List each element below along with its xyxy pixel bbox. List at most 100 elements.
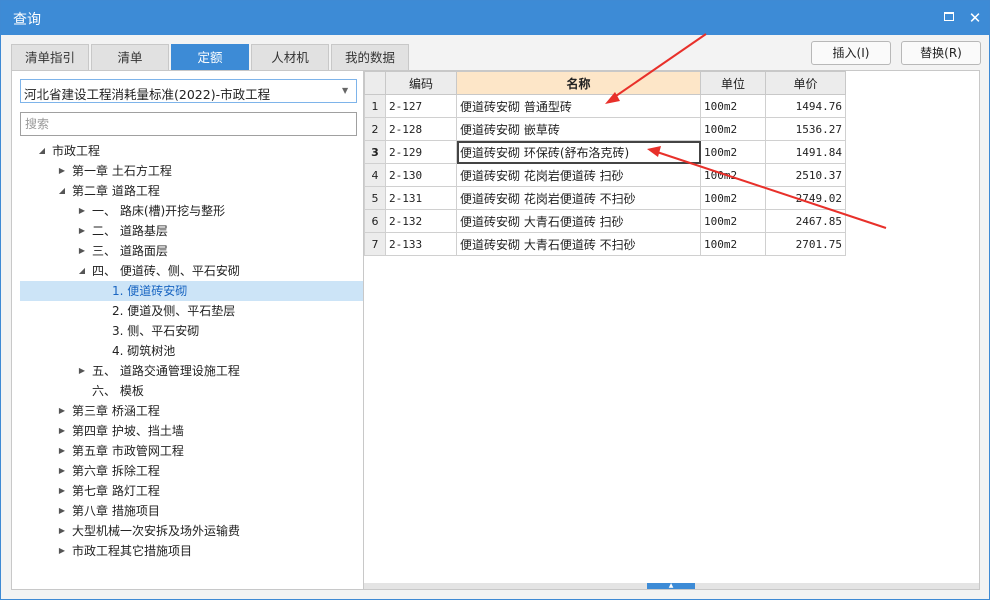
chevron-down-icon[interactable]: ▼	[342, 86, 352, 96]
row-number[interactable]: 6	[364, 209, 386, 233]
tree-node[interactable]: ▶ 第八章 措施项目	[12, 501, 363, 521]
tree-node[interactable]: 2. 便道及侧、平石垫层	[12, 301, 363, 321]
cell-name[interactable]: 便道砖安砌 大青石便道砖 不扫砂	[456, 232, 701, 256]
tree-collapsed-icon[interactable]: ▶	[56, 161, 68, 181]
row-number[interactable]: 1	[364, 94, 386, 118]
cell-price[interactable]: 1494.76	[765, 94, 846, 118]
tree-expanded-icon[interactable]: ◢	[56, 181, 68, 201]
tree-node[interactable]: ▶ 第六章 拆除工程	[12, 461, 363, 481]
column-header-code[interactable]: 编码	[385, 71, 457, 95]
tab-labor-material-machine[interactable]: 人材机	[251, 44, 329, 70]
tree-node[interactable]: ▶ 第三章 桥涵工程	[12, 401, 363, 421]
cell-unit[interactable]: 100m2	[700, 140, 766, 164]
tree-node[interactable]: ▶ 第七章 路灯工程	[12, 481, 363, 501]
table-row[interactable]: 5 2-131 便道砖安砌 花岗岩便道砖 不扫砂 100m2 2749.02	[364, 186, 846, 210]
tree-node[interactable]: ◢ 市政工程	[12, 141, 363, 161]
standard-select[interactable]: 河北省建设工程消耗量标准(2022)-市政工程 ▼	[20, 79, 357, 103]
tree-collapsed-icon[interactable]: ▶	[56, 481, 68, 501]
row-number[interactable]: 5	[364, 186, 386, 210]
tree-collapsed-icon[interactable]: ▶	[56, 421, 68, 441]
cell-unit[interactable]: 100m2	[700, 117, 766, 141]
row-number[interactable]: 4	[364, 163, 386, 187]
column-header-price[interactable]: 单价	[765, 71, 846, 95]
row-number[interactable]: 3	[364, 140, 386, 164]
cell-unit[interactable]: 100m2	[700, 232, 766, 256]
cell-unit[interactable]: 100m2	[700, 94, 766, 118]
cell-code[interactable]: 2-130	[385, 163, 457, 187]
collapse-splitter-icon[interactable]: ▲	[647, 583, 695, 589]
cell-price[interactable]: 1491.84	[765, 140, 846, 164]
tree-node[interactable]: 3. 侧、平石安砌	[12, 321, 363, 341]
cell-code[interactable]: 2-129	[385, 140, 457, 164]
search-input[interactable]	[20, 112, 357, 136]
quota-tree-panel: 河北省建设工程消耗量标准(2022)-市政工程 ▼ ◢ 市政工程 ▶ 第一章 土石方工…	[11, 70, 364, 590]
cell-name[interactable]: 便道砖安砌 大青石便道砖 扫砂	[456, 209, 701, 233]
tree-node[interactable]: ▶ 二、 道路基层	[12, 221, 363, 241]
cell-price[interactable]: 2467.85	[765, 209, 846, 233]
cell-name[interactable]: 便道砖安砌 普通型砖	[456, 94, 701, 118]
column-header-name[interactable]: 名称	[456, 71, 701, 95]
cell-price[interactable]: 2701.75	[765, 232, 846, 256]
cell-name[interactable]: 便道砖安砌 花岗岩便道砖 扫砂	[456, 163, 701, 187]
cell-code[interactable]: 2-132	[385, 209, 457, 233]
tree-node[interactable]: ▶ 五、 道路交通管理设施工程	[12, 361, 363, 381]
table-row[interactable]: 2 2-128 便道砖安砌 嵌草砖 100m2 1536.27	[364, 117, 846, 141]
tree-collapsed-icon[interactable]: ▶	[76, 201, 88, 221]
cell-code[interactable]: 2-128	[385, 117, 457, 141]
cell-code[interactable]: 2-133	[385, 232, 457, 256]
tab-quota[interactable]: 定额	[171, 44, 249, 70]
tree-node[interactable]: ◢ 四、 便道砖、侧、平石安砌	[12, 261, 363, 281]
tree-collapsed-icon[interactable]: ▶	[56, 501, 68, 521]
maximize-icon[interactable]	[939, 8, 959, 28]
tree-collapsed-icon[interactable]: ▶	[76, 241, 88, 261]
tree-collapsed-icon[interactable]: ▶	[76, 221, 88, 241]
insert-button[interactable]: 插入(I)	[811, 41, 891, 65]
table-row[interactable]: 7 2-133 便道砖安砌 大青石便道砖 不扫砂 100m2 2701.75	[364, 232, 846, 256]
tree-node[interactable]: 1. 便道砖安砌	[20, 281, 363, 301]
tree-node-label: 市政工程其它措施项目	[72, 544, 193, 558]
column-header-unit[interactable]: 单位	[700, 71, 766, 95]
table-row[interactable]: 3 2-129 便道砖安砌 环保砖(舒布洛克砖) 100m2 1491.84	[364, 140, 846, 164]
tree-node[interactable]: ▶ 第五章 市政管网工程	[12, 441, 363, 461]
tree-collapsed-icon[interactable]: ▶	[56, 461, 68, 481]
cell-unit[interactable]: 100m2	[700, 209, 766, 233]
tree-node[interactable]: ▶ 第四章 护坡、挡土墙	[12, 421, 363, 441]
horizontal-scrollbar[interactable]: ▲	[364, 583, 979, 589]
tree-collapsed-icon[interactable]: ▶	[56, 521, 68, 541]
tree-node[interactable]: 六、 模板	[12, 381, 363, 401]
table-row[interactable]: 4 2-130 便道砖安砌 花岗岩便道砖 扫砂 100m2 2510.37	[364, 163, 846, 187]
title-bar[interactable]: 查询 ✕	[1, 1, 989, 35]
table-row[interactable]: 6 2-132 便道砖安砌 大青石便道砖 扫砂 100m2 2467.85	[364, 209, 846, 233]
tree-expanded-icon[interactable]: ◢	[36, 141, 48, 161]
cell-name[interactable]: 便道砖安砌 嵌草砖	[456, 117, 701, 141]
cell-code[interactable]: 2-131	[385, 186, 457, 210]
tree-node[interactable]: ▶ 三、 道路面层	[12, 241, 363, 261]
tree-expanded-icon[interactable]: ◢	[76, 261, 88, 281]
tree-collapsed-icon[interactable]: ▶	[56, 541, 68, 561]
row-number[interactable]: 7	[364, 232, 386, 256]
cell-price[interactable]: 2510.37	[765, 163, 846, 187]
tab-bill[interactable]: 清单	[91, 44, 169, 70]
close-icon[interactable]: ✕	[965, 8, 985, 28]
tree-collapsed-icon[interactable]: ▶	[56, 401, 68, 421]
cell-unit[interactable]: 100m2	[700, 163, 766, 187]
cell-code[interactable]: 2-127	[385, 94, 457, 118]
row-number[interactable]: 2	[364, 117, 386, 141]
tab-my-data[interactable]: 我的数据	[331, 44, 409, 70]
table-row[interactable]: 1 2-127 便道砖安砌 普通型砖 100m2 1494.76	[364, 94, 846, 118]
tree-node[interactable]: ▶ 一、 路床(槽)开挖与整形	[12, 201, 363, 221]
tree-collapsed-icon[interactable]: ▶	[76, 361, 88, 381]
tree-collapsed-icon[interactable]: ▶	[56, 441, 68, 461]
cell-unit[interactable]: 100m2	[700, 186, 766, 210]
cell-price[interactable]: 2749.02	[765, 186, 846, 210]
tree-node[interactable]: 4. 砌筑树池	[12, 341, 363, 361]
tab-bill-guide[interactable]: 清单指引	[11, 44, 89, 70]
cell-name[interactable]: 便道砖安砌 花岗岩便道砖 不扫砂	[456, 186, 701, 210]
tree-node[interactable]: ▶ 大型机械一次安拆及场外运输费	[12, 521, 363, 541]
tree-node[interactable]: ▶ 市政工程其它措施项目	[12, 541, 363, 561]
cell-name[interactable]: 便道砖安砌 环保砖(舒布洛克砖)	[456, 140, 701, 164]
tree-node[interactable]: ◢ 第二章 道路工程	[12, 181, 363, 201]
cell-price[interactable]: 1536.27	[765, 117, 846, 141]
tree-node[interactable]: ▶ 第一章 土石方工程	[12, 161, 363, 181]
replace-button[interactable]: 替换(R)	[901, 41, 981, 65]
